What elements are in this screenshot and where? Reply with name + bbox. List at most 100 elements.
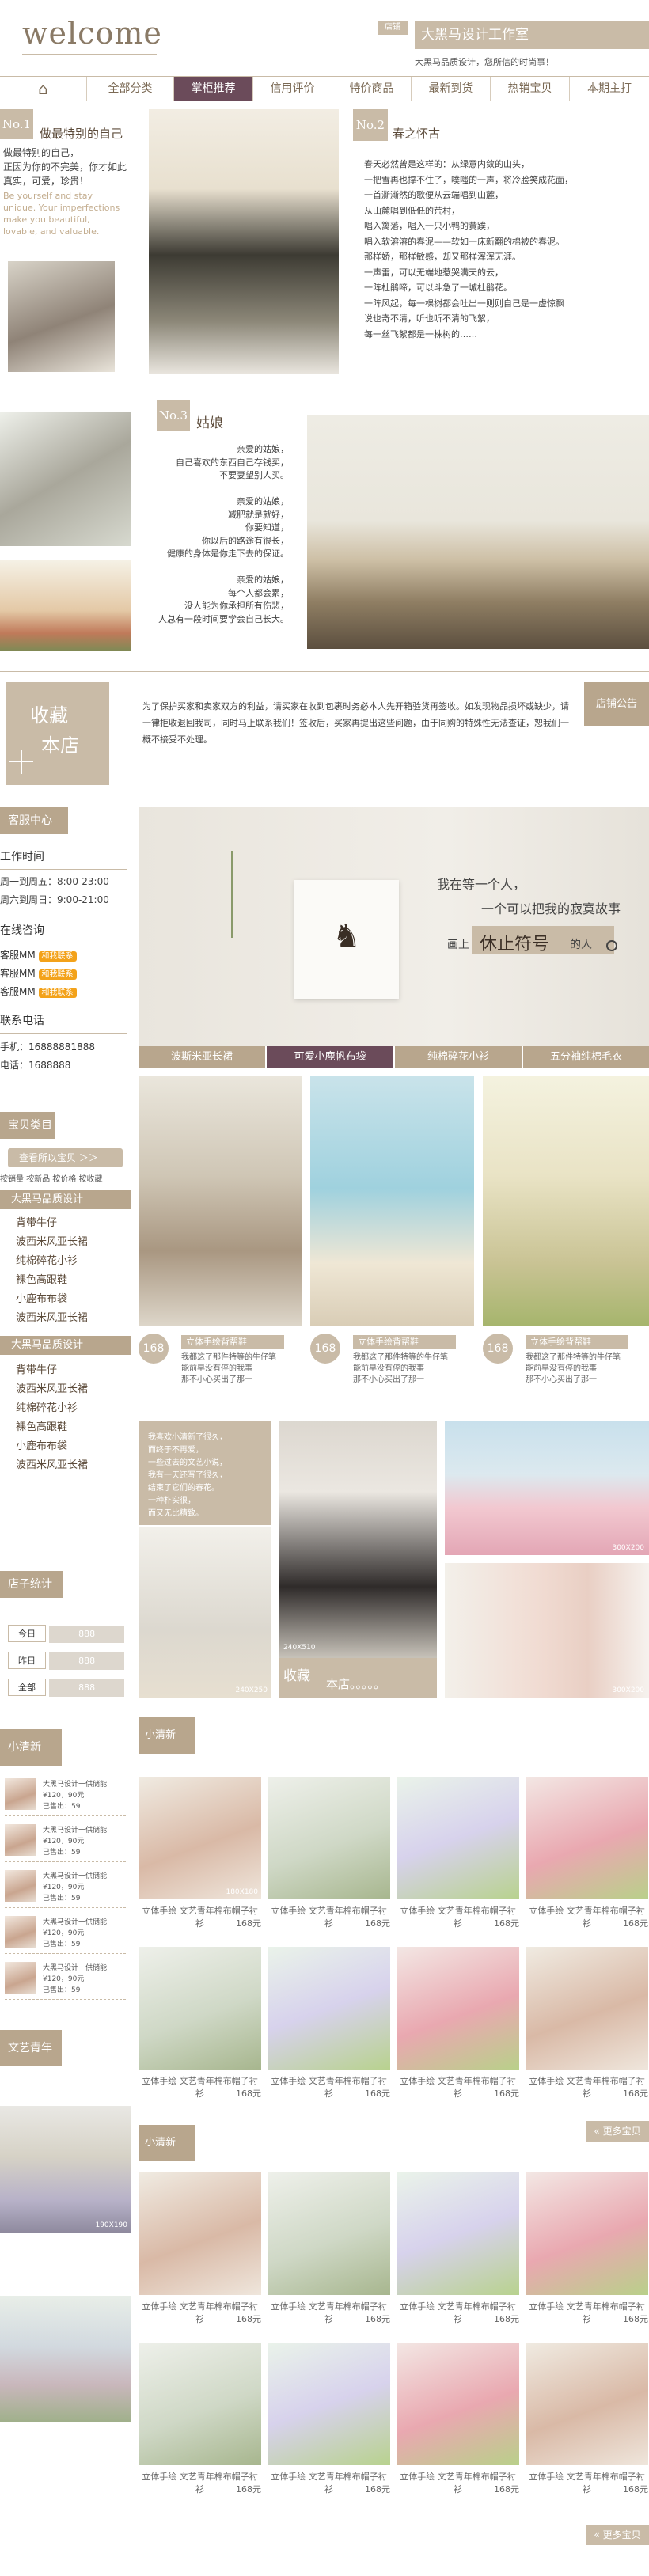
store-name[interactable]: 大黑马设计工作室: [415, 21, 649, 49]
product-photo[interactable]: [397, 2343, 519, 2465]
category-item[interactable]: 波西米风亚长裙: [0, 1456, 131, 1475]
category-item[interactable]: 裸色高跟鞋: [0, 1271, 131, 1290]
nav-all-categories[interactable]: 全部分类: [87, 77, 174, 101]
favorite-store-button[interactable]: 收藏 本店: [6, 682, 109, 785]
collage-window-photo[interactable]: 240X250: [139, 1527, 271, 1698]
rank-price: ¥120，90元: [43, 1929, 85, 1937]
category-panel: 宝贝类目 查看所以宝贝 ＞＞ 按销量 按新品 按价格 按收藏 大黑马品质设计 背…: [0, 1112, 131, 1475]
product-photo[interactable]: [268, 2343, 390, 2465]
side-lit-photo-1[interactable]: 190X190: [0, 2106, 131, 2233]
product-photo[interactable]: [139, 2172, 261, 2295]
collage-tree-photo[interactable]: 300X200: [445, 1421, 649, 1555]
cs-row-1[interactable]: 客服MM 和我联系: [0, 948, 131, 962]
rank-name: 大黑马设计一供储能: [43, 1872, 108, 1880]
product-photo[interactable]: [526, 1777, 648, 1899]
product-photo[interactable]: 180X180: [139, 1777, 261, 1899]
price-circle: 168: [483, 1334, 513, 1364]
category-group-1[interactable]: 大黑马品质设计: [0, 1190, 131, 1209]
product-photo[interactable]: [268, 1947, 390, 2070]
contact-me-button[interactable]: 和我联系: [38, 988, 77, 998]
price-circle: 168: [139, 1334, 169, 1364]
rank-item[interactable]: 大黑马设计一供储能 ¥120，90元 已售出：59: [5, 1821, 126, 1862]
category-item[interactable]: 纯棉碎花小衫: [0, 1252, 131, 1271]
sort-fav[interactable]: 按收藏: [79, 1175, 103, 1184]
collage-girl-photo[interactable]: 240X510: [279, 1421, 437, 1658]
price-circle: 168: [310, 1334, 340, 1364]
feature-photo-1[interactable]: [139, 1076, 302, 1326]
category-item[interactable]: 背带牛仔: [0, 1214, 131, 1233]
feature-desc: 我都这了那件特等的牛仔笔 能前早没有停的我事 那不小心买出了那一: [181, 1353, 276, 1384]
banner-tab-2[interactable]: 纯棉碎花小衫: [395, 1046, 522, 1068]
no1-badge: No.1: [0, 109, 33, 139]
collage-fav-bar[interactable]: 收藏 本店。。。。。: [279, 1658, 437, 1698]
category-item[interactable]: 背带牛仔: [0, 1361, 131, 1380]
category-item[interactable]: 波西米风亚长裙: [0, 1380, 131, 1399]
category-item[interactable]: 波西米风亚长裙: [0, 1233, 131, 1252]
rank-name: 大黑马设计一供储能: [43, 1827, 108, 1834]
rank-item[interactable]: 大黑马设计一供储能 ¥120，90元 已售出：59: [5, 1775, 126, 1816]
category-item[interactable]: 纯棉碎花小衫: [0, 1399, 131, 1418]
nav-reviews[interactable]: 信用评价: [253, 77, 332, 101]
view-all-button[interactable]: 查看所以宝贝 ＞＞: [8, 1148, 123, 1167]
nav-hot[interactable]: 热销宝贝: [491, 77, 570, 101]
feature-name[interactable]: 立体手绘背帮鞋: [181, 1335, 284, 1349]
category-item[interactable]: 小鹿布布袋: [0, 1437, 131, 1456]
side-lit-photo-2[interactable]: [0, 2296, 131, 2422]
banner-tab-3[interactable]: 五分袖纯棉毛衣: [523, 1046, 649, 1068]
no3-badge: No.3: [157, 400, 190, 431]
feature-name[interactable]: 立体手绘背帮鞋: [353, 1335, 456, 1349]
category-item[interactable]: 波西米风亚长裙: [0, 1309, 131, 1328]
product-photo[interactable]: [268, 1777, 390, 1899]
cs-row-3[interactable]: 客服MM 和我联系: [0, 984, 131, 998]
product-photo[interactable]: [526, 2343, 648, 2465]
nav-home-icon[interactable]: ⌂: [0, 77, 87, 101]
product-photo[interactable]: [139, 1947, 261, 2070]
feature-name[interactable]: 立体手绘背帮鞋: [526, 1335, 628, 1349]
category-group-2[interactable]: 大黑马品质设计: [0, 1336, 131, 1355]
product-photo[interactable]: [397, 1947, 519, 2070]
size-label: 240X250: [235, 1686, 268, 1694]
sort-new[interactable]: 按新品: [26, 1175, 50, 1184]
product-photo[interactable]: [526, 2172, 648, 2295]
nav-featured[interactable]: 本期主打: [570, 77, 649, 101]
product-photo[interactable]: [526, 1947, 648, 2070]
product-photo[interactable]: [268, 2172, 390, 2295]
product-price: 168元: [236, 2484, 261, 2494]
sec1-more-button[interactable]: « 更多宝贝: [586, 2121, 649, 2142]
rank-item[interactable]: 大黑马设计一供储能 ¥120，90元 已售出：59: [5, 1959, 126, 2000]
fav-corner-mark-v: [21, 750, 22, 774]
intro3-poem: 亲爱的姑娘， 自己喜欢的东西自己存钱买， 不要妻望别人买。 亲爱的姑娘， 减肥就是就好…: [158, 444, 289, 624]
category-head: 宝贝类目: [0, 1112, 55, 1139]
banner-line-3c: 的人: [570, 939, 592, 951]
sort-price[interactable]: 按价格: [52, 1175, 76, 1184]
nav-new[interactable]: 最新到货: [412, 77, 491, 101]
product-photo[interactable]: [397, 2172, 519, 2295]
banner-tab-1[interactable]: 可爱小鹿帆布袋: [267, 1046, 393, 1068]
feature-photo-3[interactable]: [483, 1076, 649, 1326]
sec2-more-button[interactable]: « 更多宝贝: [586, 2525, 649, 2545]
collage-fav-1: 收藏: [283, 1668, 310, 1684]
intro1-text: 做最特别的自己， 正因为你的不完美，你才如此 真实，可爱，珍贵！: [3, 147, 127, 187]
product-photo[interactable]: [397, 1777, 519, 1899]
flower-field-photo: [0, 560, 131, 651]
rank-item[interactable]: 大黑马设计一供储能 ¥120，90元 已售出：59: [5, 1913, 126, 1954]
category-item[interactable]: 裸色高跟鞋: [0, 1418, 131, 1437]
girl-sitting-photo: [0, 412, 131, 546]
rank-item[interactable]: 大黑马设计一供储能 ¥120，90元 已售出：59: [5, 1867, 126, 1908]
product-photo[interactable]: [139, 2343, 261, 2465]
rank-price: ¥120，90元: [43, 1975, 85, 1983]
collage-face-photo[interactable]: 300X200: [445, 1563, 649, 1698]
banner-plant-shape: [231, 851, 260, 938]
nav-sale[interactable]: 特价商品: [332, 77, 412, 101]
sort-sales[interactable]: 按销量: [0, 1175, 24, 1184]
feature-desc: 我都这了那件特等的牛仔笔 能前早没有停的我事 那不小心买出了那一: [353, 1353, 448, 1384]
nav-recommend[interactable]: 掌柜推荐: [174, 77, 253, 101]
cs-row-2[interactable]: 客服MM 和我联系: [0, 966, 131, 980]
category-item[interactable]: 小鹿布布袋: [0, 1290, 131, 1309]
feature-card-3: 168 立体手绘背帮鞋 我都这了那件特等的牛仔笔 能前早没有停的我事 那不小心买出了…: [483, 1334, 647, 1384]
banner-tab-0[interactable]: 波斯米亚长裙: [139, 1046, 265, 1068]
feature-photo-2[interactable]: [310, 1076, 474, 1326]
contact-me-button[interactable]: 和我联系: [38, 951, 77, 962]
product-price: 168元: [494, 2088, 519, 2099]
contact-me-button[interactable]: 和我联系: [38, 969, 77, 980]
